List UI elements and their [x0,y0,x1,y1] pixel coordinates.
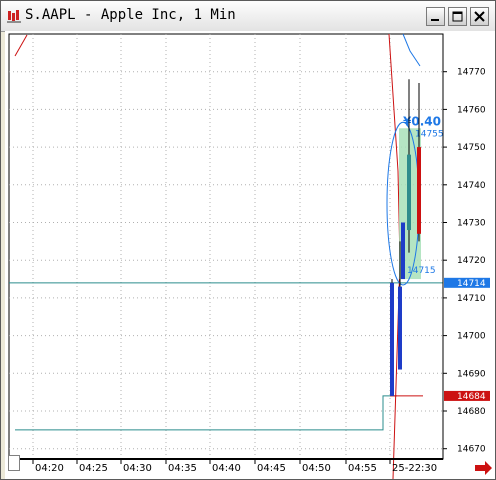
close-button[interactable] [470,7,489,26]
chart-window: S.AAPL - Apple Inc, 1 Min ¥0.40 14755 1471… [0,0,496,480]
x-tick-label: 04:35 [168,463,197,474]
x-tick-label: 04:45 [257,463,286,474]
minimize-icon [431,19,439,21]
y-tick-label: 14700 [457,332,486,342]
x-tick-label: 04:40 [212,463,241,474]
y-tick-label: 14680 [457,407,486,417]
last-price-badge: 14714 [457,279,486,289]
close-icon [474,11,485,22]
y-tick-label: 14690 [457,369,486,379]
x-tick-label: 04:20 [35,463,64,474]
price-chart[interactable]: ¥0.401475514715 147701476014750147401473… [5,31,495,479]
scroll-right-arrow-icon[interactable] [475,461,492,475]
y-tick-label: 14710 [457,294,486,304]
x-tick-label: 04:25 [79,463,108,474]
chart-app-icon [7,10,21,23]
y-tick-label: 14750 [457,143,486,153]
candle-body [417,147,421,234]
candle-body [390,282,394,396]
title-bar[interactable]: S.AAPL - Apple Inc, 1 Min [1,1,495,32]
minimize-button[interactable] [426,7,445,26]
scroll-handle[interactable] [8,455,20,471]
maximize-button[interactable] [448,7,467,26]
x-tick-label: 04:55 [348,463,377,474]
window-title: S.AAPL - Apple Inc, 1 Min [25,7,236,23]
x-tick-label: 04:50 [302,463,331,474]
y-tick-label: 14740 [457,181,486,191]
candle-body [398,286,402,370]
x-tick-label: 04:30 [123,463,152,474]
y-tick-label: 14670 [457,445,486,455]
low-price-badge: 14684 [457,392,486,402]
candle-body [401,222,405,280]
x-tick-label: 25-22:30 [392,463,437,474]
y-tick-label: 14730 [457,219,486,229]
range-bottom-label: 14715 [407,266,436,276]
y-tick-label: 14720 [457,256,486,266]
candle-body [407,154,411,231]
y-tick-label: 14760 [457,105,486,115]
maximize-icon [452,11,463,22]
plot-frame [8,33,444,460]
y-tick-label: 14770 [457,68,486,78]
chart-area[interactable]: ¥0.40 14755 14715 14770 14760 14750 14740 1473… [5,31,495,479]
